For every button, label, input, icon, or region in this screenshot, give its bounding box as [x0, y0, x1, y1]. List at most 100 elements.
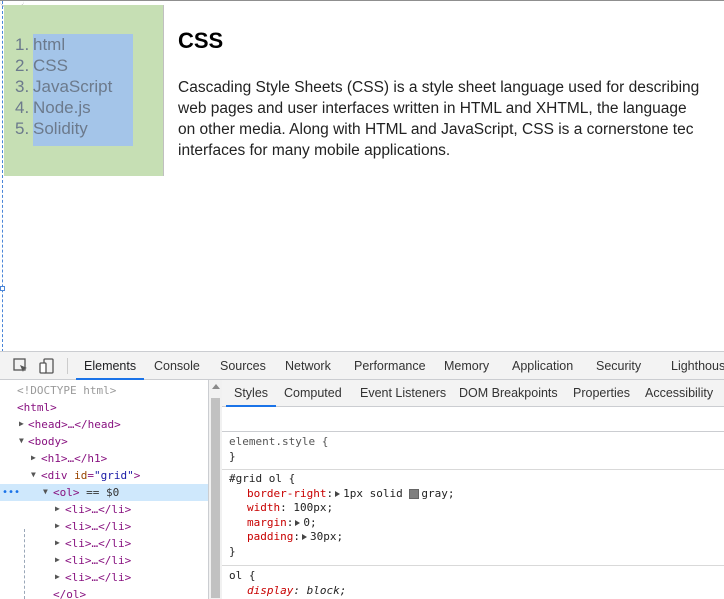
tree-node-html[interactable]: <html> [0, 399, 208, 416]
device-toolbar-icon[interactable] [38, 357, 56, 375]
tree-node-ol-selected[interactable]: ••• ▼ <ol> == $0 [0, 484, 208, 501]
tab-dom-breakpoints[interactable]: DOM Breakpoints [459, 380, 558, 407]
styles-subtabbar: Styles Computed Event Listeners DOM Brea… [222, 380, 724, 407]
ol-tag: <ol> == $0 [53, 484, 119, 501]
css-property[interactable]: padding: 30px; [222, 530, 724, 545]
tree-node-ol-close[interactable]: </ol> [0, 586, 208, 599]
paragraph-line: interfaces for many mobile applications. [178, 142, 451, 159]
tree-node-li[interactable]: ▶ <li>…</li> [0, 569, 208, 586]
tree-node-h1[interactable]: ▶ <h1>…</h1> [0, 450, 208, 467]
scroll-up-icon[interactable] [212, 384, 220, 389]
paragraph-line: Cascading Style Sheets (CSS) is a style … [178, 79, 700, 96]
paragraph-line: on other media. Along with HTML and Java… [178, 121, 694, 138]
page-viewport: 1. html 2. CSS 3. JavaScript 4. Node.js 5. So… [0, 0, 724, 351]
tab-performance[interactable]: Performance [354, 352, 426, 380]
tab-accessibility[interactable]: Accessibility [645, 380, 713, 407]
expand-arrow-icon[interactable]: ▶ [55, 505, 63, 513]
inspect-element-icon[interactable] [12, 357, 30, 375]
expand-arrow-icon[interactable]: ▶ [55, 573, 63, 581]
tab-styles[interactable]: Styles [226, 380, 277, 407]
rule-selector[interactable]: element.style { [229, 435, 328, 450]
collapse-arrow-icon[interactable]: ▼ [31, 471, 39, 479]
tab-lighthouse[interactable]: Lighthous [671, 352, 724, 380]
css-property[interactable]: display: block; [222, 584, 724, 599]
expand-shorthand-icon[interactable] [301, 534, 307, 540]
tab-elements[interactable]: Elements [76, 352, 145, 380]
list-text: html [33, 35, 66, 54]
scrollbar-thumb[interactable] [211, 398, 220, 598]
expand-shorthand-icon[interactable] [295, 519, 301, 526]
attr-eq: = [87, 469, 94, 482]
html-tag: <html> [17, 401, 57, 414]
tab-memory[interactable]: Memory [444, 352, 489, 380]
expand-arrow-icon[interactable]: ▶ [55, 556, 63, 564]
rule-selector-line: element.style { [222, 435, 724, 450]
rule-selector[interactable]: ol { [229, 569, 256, 584]
collapse-arrow-icon[interactable]: ▼ [19, 437, 27, 445]
tab-computed[interactable]: Computed [284, 380, 342, 407]
list-text: JavaScript [33, 77, 113, 96]
tree-node-body[interactable]: ▼ <body> [0, 433, 208, 450]
tree-node-li[interactable]: ▶ <li>…</li> [0, 518, 208, 535]
page-title: CSS [178, 28, 224, 53]
tree-node-div-grid[interactable]: ▼ <div id="grid"> [0, 467, 208, 484]
li-tag: <li>…</li> [65, 537, 132, 550]
expand-arrow-icon[interactable]: ▶ [19, 420, 27, 428]
tree-node-head[interactable]: ▶ <head>…</head> [0, 416, 208, 433]
elements-tree: <!DOCTYPE html> <html> ▶ <head>…</head> … [0, 380, 208, 599]
tab-sources[interactable]: Sources [220, 352, 266, 380]
css-property-value[interactable]: 100px; [293, 501, 333, 514]
rule-close-brace: } [229, 544, 236, 558]
tab-console[interactable]: Console [154, 352, 200, 380]
tree-node-li[interactable]: ▶ <li>…</li> [0, 501, 208, 518]
css-property-name[interactable]: border-right [247, 487, 326, 500]
css-property-value[interactable]: block; [307, 584, 347, 597]
css-property[interactable]: width: 100px; [222, 501, 724, 516]
tab-properties[interactable]: Properties [573, 380, 630, 407]
elements-scrollbar[interactable] [208, 380, 222, 599]
css-property-name[interactable]: width [247, 501, 280, 514]
tab-application[interactable]: Application [512, 352, 573, 380]
css-property-name[interactable]: margin [247, 516, 287, 529]
tree-node-doctype[interactable]: <!DOCTYPE html> [0, 382, 208, 399]
resize-handle[interactable] [0, 286, 5, 291]
head-tag: <head>…</head> [28, 418, 121, 431]
doctype-text: <!DOCTYPE html> [17, 384, 117, 397]
expand-arrow-icon[interactable]: ▶ [55, 539, 63, 547]
rule-selector[interactable]: #grid ol { [229, 472, 295, 487]
list-number: 2. [15, 56, 30, 75]
ol-close-tag: </ol> [53, 588, 87, 599]
css-property-value[interactable]: 0; [303, 516, 316, 529]
css-property-value[interactable]: 1px solid [343, 487, 409, 500]
body-tag: <body> [28, 435, 68, 448]
tab-security[interactable]: Security [596, 352, 641, 380]
devtools-tabbar: Elements Console Sources Network Perform… [0, 352, 724, 380]
rule-close-brace: } [229, 449, 236, 463]
expand-shorthand-icon[interactable] [335, 490, 341, 497]
tree-node-li[interactable]: ▶ <li>…</li> [0, 552, 208, 569]
color-swatch-icon[interactable] [409, 488, 420, 499]
ol-border-right [163, 5, 164, 176]
li-tag: <li>…</li> [65, 571, 132, 584]
li-tag: <li>…</li> [65, 554, 132, 567]
list-number: 1. [15, 35, 30, 54]
css-property-name[interactable]: padding [247, 530, 293, 543]
css-property[interactable]: border-right: 1px solid gray; [222, 487, 724, 502]
rule-ol-useragent: ol { display: block; [222, 566, 724, 599]
css-property-value-tail[interactable]: gray; [421, 487, 454, 500]
filter-bar [222, 407, 724, 432]
tab-event-listeners[interactable]: Event Listeners [360, 380, 446, 407]
expand-arrow-icon[interactable]: ▶ [31, 454, 39, 462]
list-number: 4. [15, 98, 30, 117]
expand-arrow-icon[interactable]: ▶ [55, 522, 63, 530]
collapse-arrow-icon[interactable]: ▼ [43, 488, 51, 496]
more-actions-icon[interactable]: ••• [2, 484, 20, 501]
selected-marker: == $0 [79, 486, 120, 499]
css-property-value[interactable]: 30px; [310, 530, 343, 543]
tree-node-li[interactable]: ▶ <li>…</li> [0, 535, 208, 552]
li-tag: <li>…</li> [65, 503, 132, 516]
css-property-name[interactable]: display [247, 584, 293, 597]
css-property[interactable]: margin: 0; [222, 516, 724, 531]
tab-network[interactable]: Network [285, 352, 331, 380]
styles-filter-input[interactable] [230, 412, 530, 428]
